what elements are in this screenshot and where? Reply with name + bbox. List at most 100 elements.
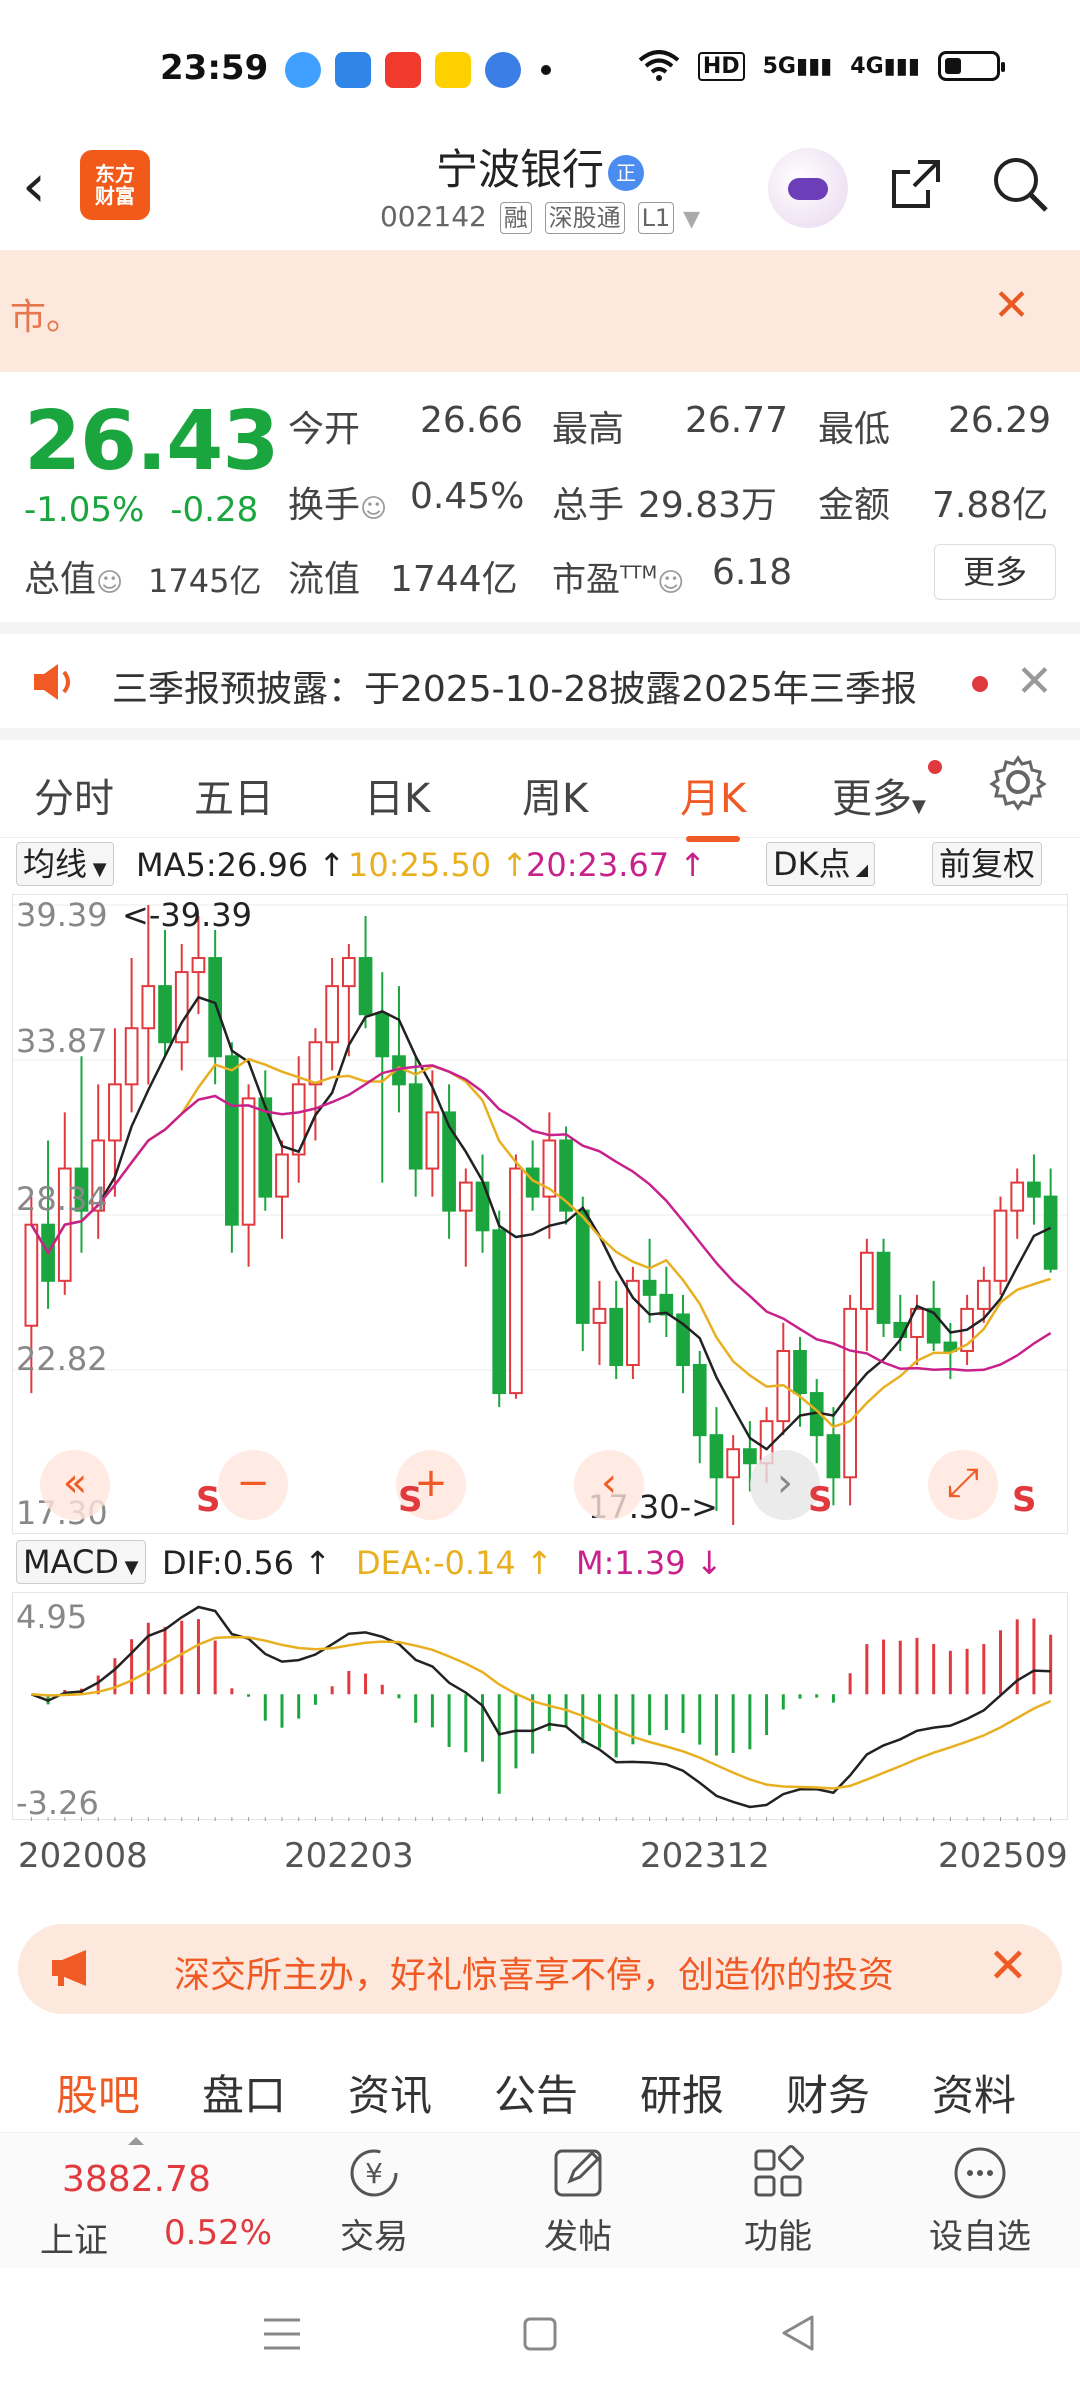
tab-five-day[interactable]: 五日 — [194, 766, 274, 824]
tab-forum[interactable]: 股吧 — [56, 2062, 141, 2143]
macd-selector-label: MACD — [23, 1543, 119, 1581]
period-tabs: 分时 五日 日K 周K 月K 更多▼ — [0, 742, 1080, 842]
svg-text:¥: ¥ — [365, 2157, 383, 2190]
macd-chart[interactable] — [12, 1592, 1068, 1821]
functions-label: 功能 — [744, 2217, 812, 2257]
gear-icon[interactable] — [988, 752, 1048, 812]
tab-monthly-k-label: 月K — [680, 776, 747, 822]
macd-selector[interactable]: MACD ▼ — [16, 1540, 146, 1584]
sell-marker: S — [398, 1480, 423, 1520]
announcement-text: 三季报预披露：于2025-10-28披露2025年三季报 — [112, 669, 917, 710]
home-icon[interactable] — [522, 2316, 558, 2352]
close-icon[interactable]: ✕ — [988, 1938, 1028, 1994]
prev-button[interactable]: ‹ — [574, 1450, 644, 1520]
info-icon[interactable]: ☺ — [96, 568, 123, 598]
post-label: 发帖 — [544, 2217, 612, 2257]
candle-body — [308, 1041, 323, 1086]
y-tick-label: 28.34 — [16, 1180, 108, 1218]
volume-value: 29.83万 — [638, 485, 778, 526]
candle-body — [626, 1279, 640, 1367]
last-price: 26.43 — [24, 394, 279, 489]
candle-body — [124, 1027, 139, 1086]
y-tick-label: 22.82 — [16, 1340, 108, 1378]
app-icon — [485, 52, 521, 88]
candle-body — [726, 1448, 741, 1479]
menu-icon[interactable] — [262, 2316, 302, 2352]
functions-button[interactable]: 功能 — [718, 2143, 838, 2258]
ai-assistant-avatar[interactable] — [768, 148, 848, 228]
candle-body — [325, 985, 339, 1044]
dk-point-selector[interactable]: DK点 ◢ — [766, 842, 876, 886]
indicator-selector[interactable]: 均线 ▼ — [16, 842, 114, 886]
tab-daily-k[interactable]: 日K — [364, 766, 430, 824]
system-nav-bar — [0, 2268, 1080, 2400]
tab-announcements[interactable]: 公告 — [494, 2062, 578, 2123]
candle-body — [241, 1097, 256, 1226]
tab-more-label: 更多 — [832, 776, 912, 822]
candle-body — [458, 1181, 473, 1212]
fullscreen-icon[interactable]: ⤢ — [928, 1450, 998, 1520]
tab-intraday[interactable]: 分时 — [34, 766, 114, 824]
candle-body — [976, 1279, 991, 1310]
candle-body — [793, 1349, 807, 1395]
change-percent: -1.05% — [24, 490, 145, 530]
close-icon[interactable]: ✕ — [1016, 656, 1053, 707]
promo-banner[interactable]: 深交所主办，好礼惊喜享不停，创造你的投资 ✕ — [18, 1924, 1062, 2014]
candle-body — [108, 1083, 122, 1142]
tab-order-book[interactable]: 盘口 — [202, 2062, 286, 2123]
add-watchlist-button[interactable]: 设自选 — [920, 2143, 1040, 2258]
tab-news[interactable]: 资讯 — [348, 2062, 432, 2123]
tab-financials[interactable]: 财务 — [786, 2062, 870, 2123]
candle-body — [425, 1111, 440, 1170]
notification-icons — [285, 52, 551, 88]
candle-body — [993, 1209, 1008, 1282]
wifi-icon — [638, 50, 680, 81]
tab-profile[interactable]: 资料 — [932, 2062, 1016, 2123]
dk-label: DK点 — [773, 845, 851, 883]
search-icon[interactable] — [990, 154, 1050, 214]
corner-icon: ◢ — [850, 860, 869, 879]
candle-body — [141, 985, 156, 1030]
tab-weekly-k[interactable]: 周K — [522, 766, 588, 824]
caret-down-icon: ▼ — [87, 859, 107, 880]
more-dots-icon — [954, 2147, 1006, 2199]
section-divider — [0, 728, 1080, 740]
x-tick-label: 202008 — [18, 1836, 148, 1876]
tab-more[interactable]: 更多▼ — [832, 760, 942, 824]
close-icon[interactable]: ✕ — [993, 280, 1030, 331]
qq-browser-icon — [285, 52, 321, 88]
announcement-bar[interactable]: 三季报预披露：于2025-10-28披露2025年三季报 ✕ — [0, 634, 1080, 730]
back-icon[interactable] — [780, 2314, 816, 2352]
info-icon[interactable]: ☺ — [657, 568, 684, 598]
trade-button[interactable]: ¥ 交易 — [314, 2143, 434, 2258]
caret-up-icon — [128, 2137, 144, 2145]
candle-body — [826, 1434, 841, 1479]
ma10-text: 10:25.50 — [348, 846, 492, 884]
trade-icon: ¥ — [350, 2149, 398, 2197]
adjust-selector[interactable]: 前复权 — [932, 842, 1043, 886]
indicator-selector-label: 均线 — [23, 845, 88, 883]
meituan-icon — [435, 52, 471, 88]
tab-research[interactable]: 研报 — [640, 2062, 724, 2123]
kline-chart[interactable] — [12, 894, 1069, 1534]
post-button[interactable]: 发帖 — [518, 2143, 638, 2258]
more-stats-button[interactable]: 更多 — [934, 544, 1056, 600]
share-icon[interactable] — [888, 156, 944, 212]
unread-dot — [972, 676, 988, 692]
notice-text: 市。 — [10, 297, 83, 338]
amount-value: 7.88亿 — [932, 485, 1049, 526]
promo-text: 深交所主办，好礼惊喜享不停，创造你的投资 — [174, 1955, 895, 1996]
candle-body — [158, 985, 172, 1044]
more-dot-icon — [541, 65, 551, 75]
candle-body — [375, 1013, 390, 1058]
dif-text: DIF:0.56 — [162, 1544, 295, 1582]
info-icon[interactable]: ☺ — [360, 494, 387, 524]
notice-banner[interactable]: 市。 ✕ — [0, 250, 1080, 372]
m-value: M:1.39 ↓ — [576, 1544, 723, 1582]
zoom-out-button[interactable]: − — [218, 1450, 288, 1520]
amount-label: 金额 — [818, 485, 891, 526]
scroll-left-button[interactable]: « — [40, 1450, 110, 1520]
add-watchlist-label: 设自选 — [929, 2217, 1031, 2257]
tab-monthly-k[interactable]: 月K — [680, 766, 747, 842]
high-label: 最高 — [552, 409, 625, 450]
